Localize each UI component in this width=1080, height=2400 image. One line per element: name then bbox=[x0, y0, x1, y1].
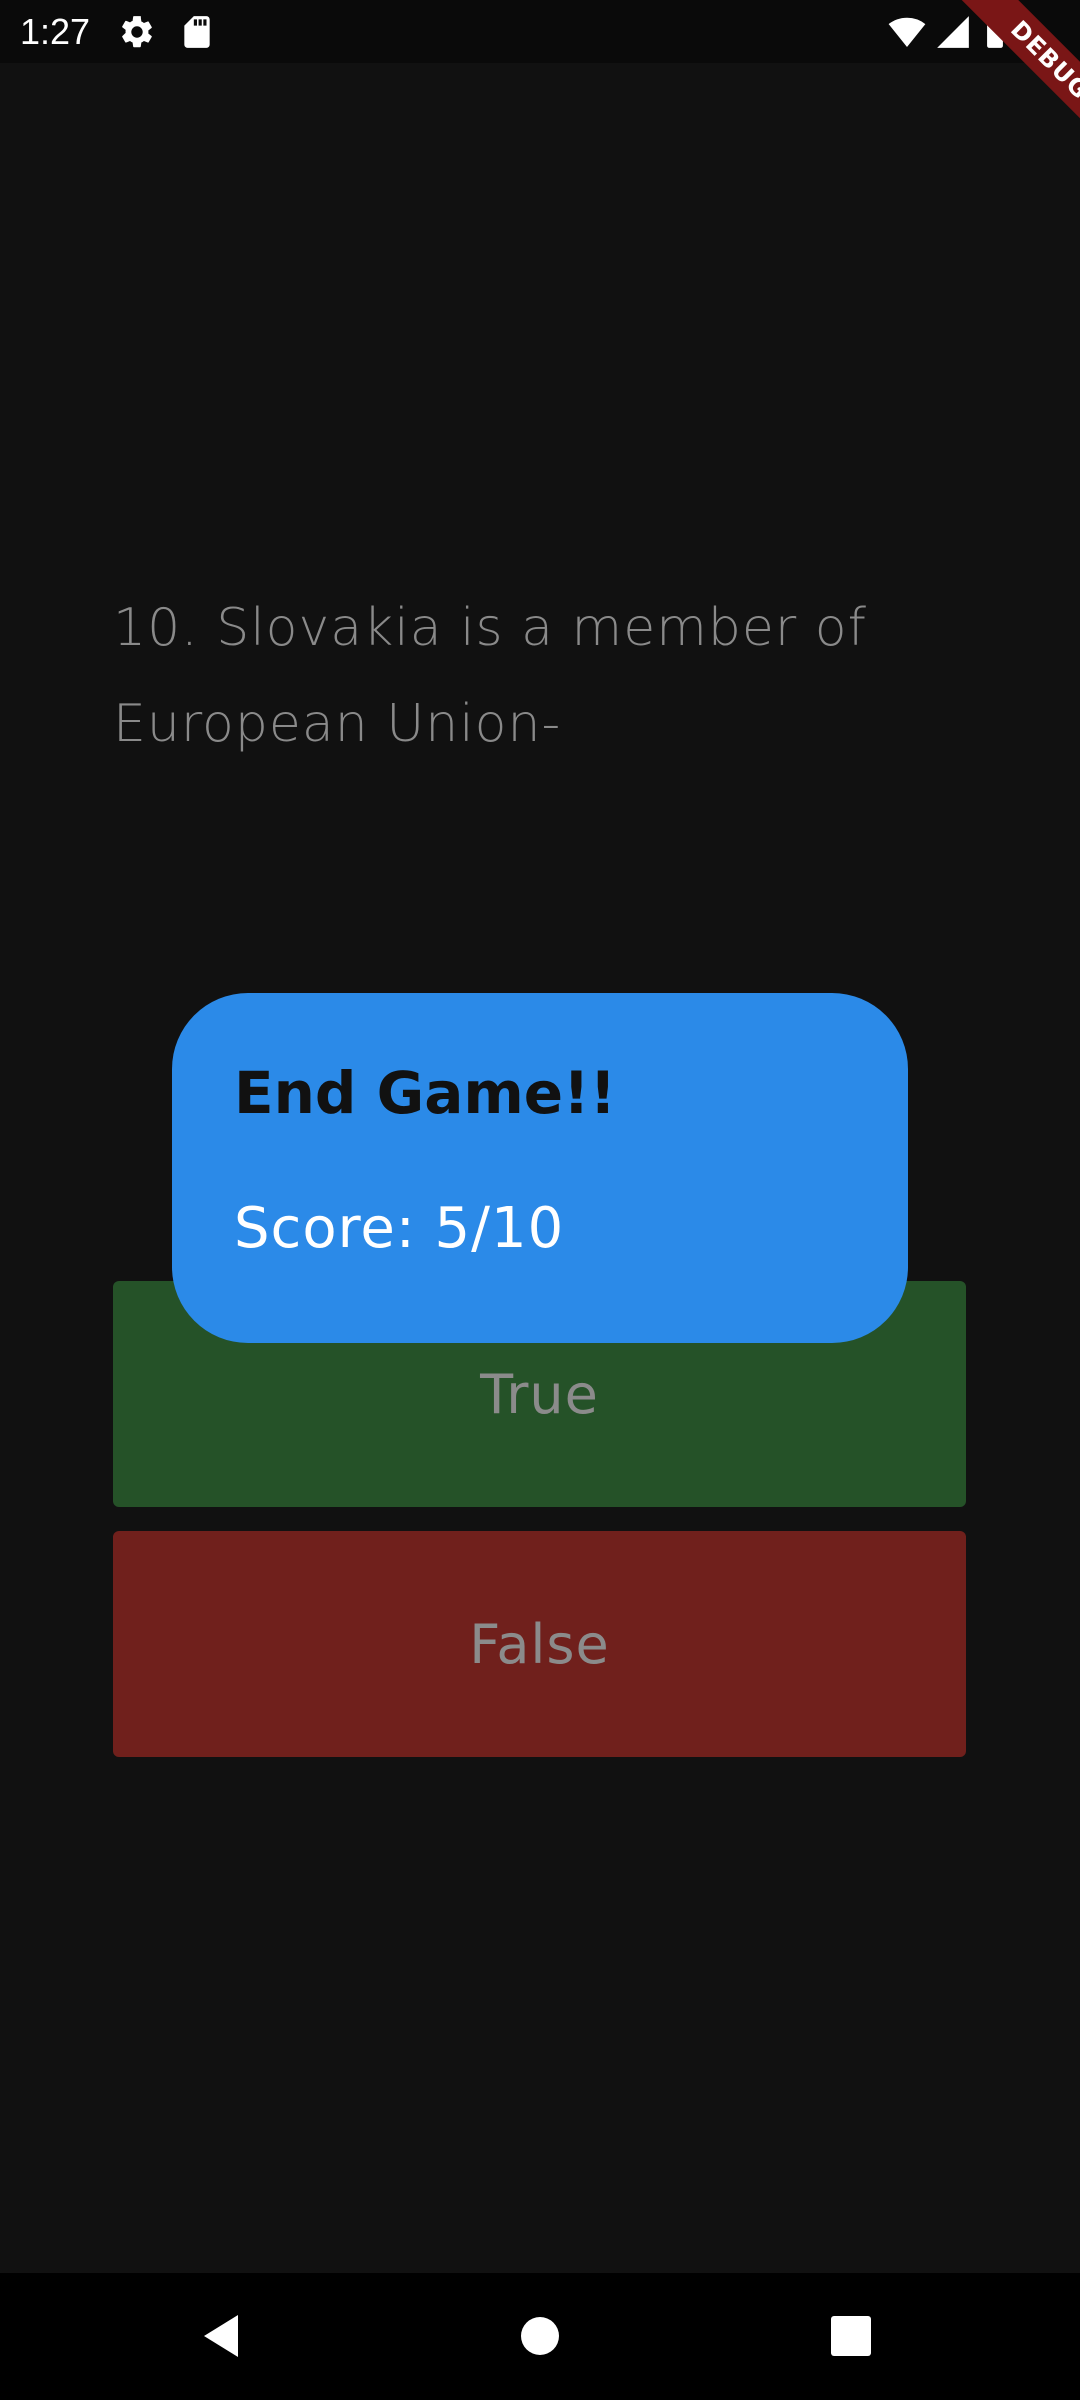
recents-icon[interactable] bbox=[818, 2303, 884, 2369]
signal-icon bbox=[934, 13, 972, 51]
dialog-title: End Game!! bbox=[234, 1059, 617, 1127]
battery-icon bbox=[976, 13, 1014, 51]
end-game-dialog: End Game!! Score: 5/10 bbox=[172, 993, 908, 1343]
sd-card-icon bbox=[178, 13, 216, 51]
status-bar: 1:27 bbox=[0, 0, 1080, 63]
false-button[interactable]: False bbox=[113, 1531, 966, 1757]
status-time: 1:27 bbox=[20, 11, 91, 52]
false-button-label: False bbox=[469, 1612, 610, 1676]
question-text: 10. Slovakia is a member of European Uni… bbox=[113, 598, 867, 754]
navigation-bar bbox=[0, 2273, 1080, 2400]
home-icon[interactable] bbox=[507, 2303, 573, 2369]
back-icon[interactable] bbox=[192, 2303, 258, 2369]
settings-icon bbox=[118, 13, 156, 51]
wifi-icon bbox=[888, 13, 926, 51]
quiz-screen: 1:27 DEBUG 10. Slovakia is a member of E… bbox=[0, 0, 1080, 2400]
score-text: Score: 5/10 bbox=[234, 1196, 565, 1261]
true-button-label: True bbox=[480, 1362, 599, 1426]
